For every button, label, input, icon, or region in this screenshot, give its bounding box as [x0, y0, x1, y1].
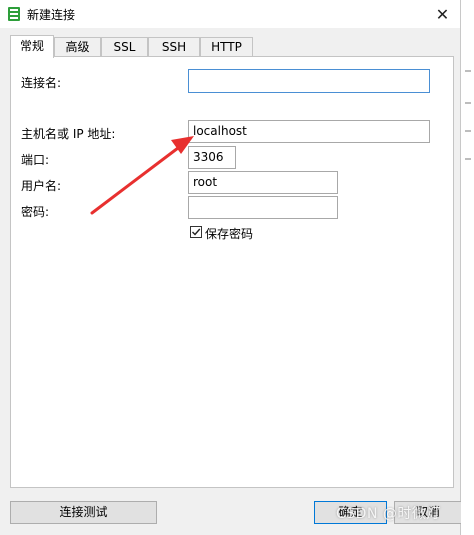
- tab-advanced[interactable]: 高级: [54, 37, 101, 56]
- checkmark-icon: [192, 228, 201, 236]
- app-icon: [8, 7, 20, 21]
- username-input[interactable]: root: [188, 171, 338, 194]
- close-button[interactable]: ✕: [425, 0, 460, 28]
- tab-general[interactable]: 常规: [10, 35, 54, 58]
- save-password-checkbox[interactable]: [190, 226, 202, 238]
- save-password-label: 保存密码: [205, 227, 254, 241]
- test-connection-button[interactable]: 连接测试: [10, 501, 157, 524]
- port-label: 端口:: [21, 153, 50, 167]
- edge-mark: [465, 130, 471, 132]
- background-window-edge: [461, 0, 474, 535]
- edge-mark: [465, 158, 471, 160]
- password-label: 密码:: [21, 205, 50, 219]
- title-bar: 新建连接 ✕: [0, 0, 460, 28]
- host-input[interactable]: localhost: [188, 120, 430, 143]
- general-panel: 连接名: 主机名或 IP 地址: localhost 端口: 3306 用户名:…: [10, 56, 454, 488]
- edge-mark: [465, 102, 471, 104]
- tab-ssh[interactable]: SSH: [148, 37, 200, 56]
- host-label: 主机名或 IP 地址:: [21, 127, 116, 141]
- watermark: CSDN @时微灯: [336, 506, 441, 522]
- connection-name-input[interactable]: [188, 69, 430, 93]
- tab-http[interactable]: HTTP: [200, 37, 253, 56]
- username-label: 用户名:: [21, 179, 62, 193]
- port-input[interactable]: 3306: [188, 146, 236, 169]
- window-title: 新建连接: [27, 8, 76, 22]
- edge-mark: [465, 70, 471, 72]
- tab-ssl[interactable]: SSL: [101, 37, 148, 56]
- password-input[interactable]: [188, 196, 338, 219]
- close-icon: ✕: [435, 4, 450, 24]
- new-connection-dialog: 新建连接 ✕ 常规 高级 SSL SSH HTTP 连接名: 主机名或 IP 地…: [0, 0, 462, 535]
- connection-name-label: 连接名:: [21, 76, 62, 90]
